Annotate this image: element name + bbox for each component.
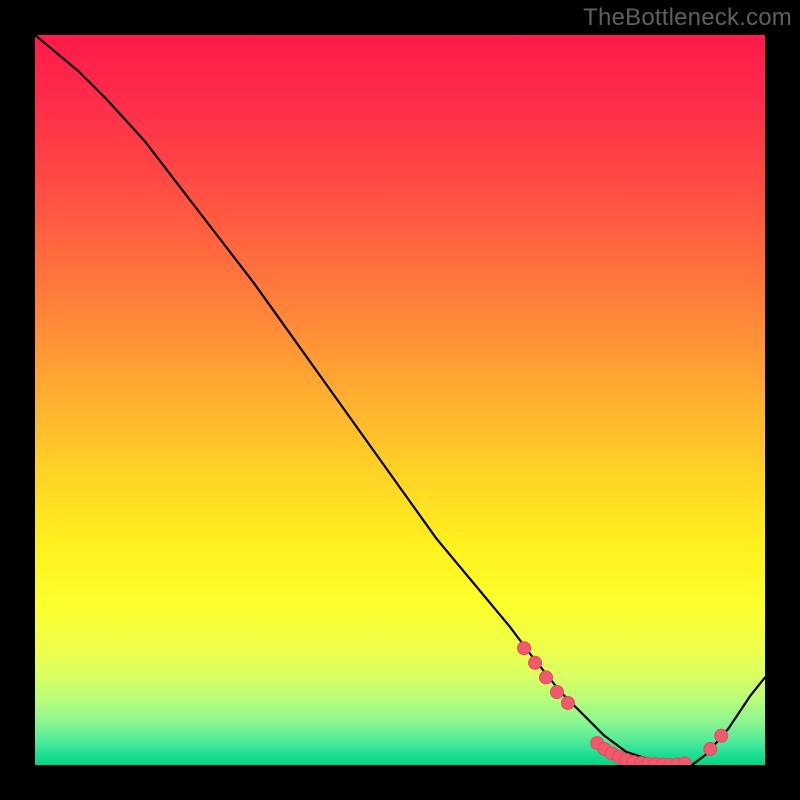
marker-point — [540, 671, 553, 684]
chart-frame: TheBottleneck.com — [0, 0, 800, 800]
marker-point — [561, 696, 574, 709]
marker-point — [715, 729, 728, 742]
plot-area — [35, 35, 765, 765]
marker-point — [678, 757, 691, 765]
marker-point — [529, 656, 542, 669]
plot-svg — [35, 35, 765, 765]
gradient-background — [35, 35, 765, 765]
marker-point — [550, 686, 563, 699]
marker-point — [704, 742, 717, 755]
watermark-text: TheBottleneck.com — [583, 4, 792, 32]
marker-point — [518, 642, 531, 655]
